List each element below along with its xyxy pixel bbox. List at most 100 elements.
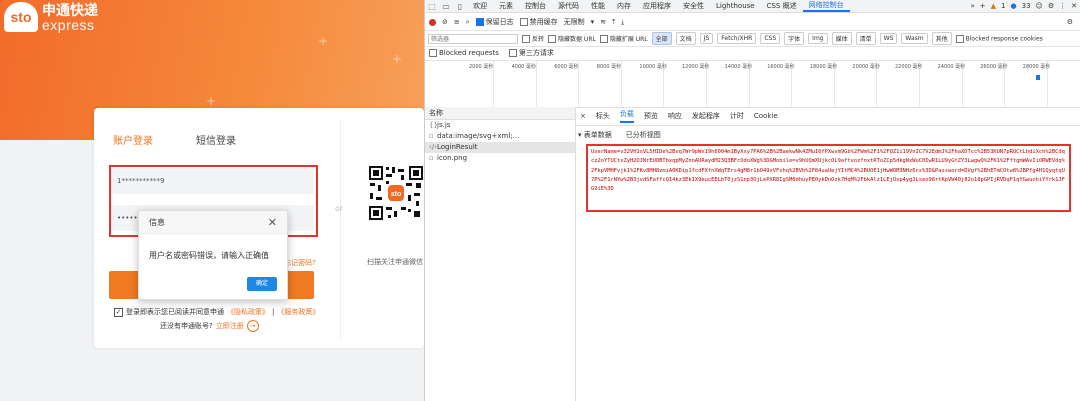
tab-timing[interactable]: 计时 [730, 111, 744, 121]
register-link[interactable]: 立即注册 [216, 321, 244, 331]
register-row: 还没有申通账号? 立即注册 → [160, 320, 259, 332]
more-icon[interactable]: ⋮ [1059, 2, 1066, 10]
timeline-tick-label: 28000 毫秒 [1022, 64, 1051, 70]
type-doc[interactable]: 文档 [675, 32, 696, 45]
tab-sources[interactable]: 源代码 [552, 1, 585, 11]
request-row[interactable]: ▫ data:image/svg+xml;... [425, 131, 575, 142]
tab-account-login[interactable]: 账户登录 [113, 132, 153, 147]
tab-security[interactable]: 安全性 [677, 1, 710, 11]
tab-console[interactable]: 控制台 [519, 1, 552, 11]
filter-icon[interactable]: ≡ [454, 18, 460, 26]
disable-cache-checkbox[interactable]: 禁用缓存 [519, 17, 558, 27]
tab-performance[interactable]: 性能 [585, 1, 611, 11]
type-manifest[interactable]: 清单 [855, 32, 876, 45]
people-icon[interactable]: ☺ [1036, 2, 1043, 10]
dialog-ok-button[interactable]: 确定 [247, 277, 277, 291]
sidebar-icon[interactable]: ▯ [453, 2, 467, 11]
close-detail-icon[interactable]: × [580, 112, 586, 120]
chevron-down-icon[interactable]: ▾ [591, 18, 595, 26]
tab-lighthouse[interactable]: Lighthouse [710, 2, 761, 10]
hide-data-url-checkbox[interactable]: 隐藏数据 URL [548, 34, 596, 44]
record-icon[interactable] [429, 18, 436, 26]
tab-elements[interactable]: 元素 [493, 1, 519, 11]
type-fetch[interactable]: Fetch/XHR [717, 33, 757, 44]
network-settings-icon[interactable]: ⚙ [1067, 18, 1073, 26]
timeline-tick-label: 14000 毫秒 [724, 64, 753, 70]
request-row[interactable]: ▫ icon.png [425, 153, 575, 164]
tab-response[interactable]: 响应 [668, 111, 682, 121]
parsed-view-toggle[interactable]: 已分析视图 [626, 130, 661, 140]
upload-icon[interactable]: ⤒ [612, 18, 615, 27]
request-row[interactable]: {}js.js [425, 120, 575, 131]
tab-cookie[interactable]: Cookie [754, 112, 778, 120]
inspect-icon[interactable]: ⬚ [425, 2, 439, 11]
tab-sms-login[interactable]: 短信登录 [196, 132, 236, 147]
form-data-toggle[interactable]: ▾ 表单数据 [578, 130, 612, 140]
type-img[interactable]: Img [808, 33, 828, 44]
clear-icon[interactable]: ⊘ [442, 18, 448, 26]
request-name: LoginResult [437, 143, 478, 151]
invert-checkbox[interactable]: 反转 [522, 34, 544, 44]
separator: | [272, 308, 275, 316]
warning-icon[interactable]: ▲ [991, 2, 996, 10]
type-wasm[interactable]: Wasm [901, 33, 928, 44]
request-name: js.js [437, 121, 451, 129]
type-all[interactable]: 全部 [651, 32, 672, 45]
hide-ext-url-checkbox[interactable]: 隐藏扩展 URL [599, 34, 648, 44]
name-column-header[interactable]: 名称 [425, 107, 575, 120]
privacy-link[interactable]: 《隐私政策》 [227, 307, 269, 317]
network-timeline[interactable]: 2000 毫秒 4000 毫秒 6000 毫秒 8000 毫秒 10000 毫秒 1200… [425, 60, 1080, 108]
timeline-tick-label: 12000 毫秒 [682, 64, 710, 70]
preserve-log-checkbox[interactable]: 保留日志 [475, 17, 514, 27]
service-link[interactable]: 《服务政策》 [277, 307, 319, 317]
timeline-tick-label: 6000 毫秒 [554, 64, 579, 70]
device-icon[interactable]: ▭ [439, 2, 453, 11]
type-media[interactable]: 媒体 [831, 32, 852, 45]
qr-logo-text: sto [391, 191, 402, 198]
tab-application[interactable]: 应用程序 [637, 1, 677, 11]
wifi-icon[interactable]: ≋ [600, 18, 606, 26]
tab-preview[interactable]: 预览 [644, 111, 658, 121]
blocked-requests-label: Blocked requests [439, 49, 499, 57]
qr-caption: 扫描关注申通微信 [367, 258, 423, 266]
tab-network[interactable]: 网络控制台 [802, 0, 850, 12]
timeline-tick-label: 8000 毫秒 [596, 64, 622, 70]
arrow-right-icon[interactable]: → [246, 320, 259, 332]
third-party-checkbox[interactable]: 第三方请求 [508, 48, 554, 58]
tab-memory[interactable]: 内存 [611, 1, 637, 11]
third-party-label: 第三方请求 [518, 49, 554, 57]
hide-ext-url-label: 隐藏扩展 URL [609, 35, 648, 43]
info-icon[interactable]: ● [1011, 2, 1017, 10]
tab-payload[interactable]: 负载 [619, 109, 634, 123]
type-other[interactable]: 其他 [931, 32, 952, 45]
request-row-selected[interactable]: ‹/›LoginResult [425, 142, 575, 153]
type-js[interactable]: JS [699, 33, 714, 44]
payload-source: UserName=v32VH1sVL5HIDe%2Bvq7Wr9pWx19h60… [586, 144, 1071, 212]
search-icon[interactable]: ⌕ [466, 18, 470, 27]
tab-headers[interactable]: 标头 [596, 111, 610, 121]
filter-bar: 筛选器 反转 隐藏数据 URL 隐藏扩展 URL 全部 文档 JS Fetch/… [425, 31, 1080, 47]
error-dialog: 信息 ✕ 用户名或密码错误，请输入正确值 确定 [138, 210, 288, 300]
agree-checkbox[interactable]: ✓ [114, 307, 123, 317]
more-tabs-icon[interactable]: » [970, 2, 974, 10]
type-font[interactable]: 字体 [784, 32, 805, 45]
add-tab-icon[interactable]: + [980, 2, 986, 10]
sto-logo[interactable]: sto 申通快递 express [4, 2, 98, 32]
type-ws[interactable]: WS [879, 33, 898, 44]
download-icon[interactable]: ⤓ [621, 18, 624, 27]
filter-input[interactable]: 筛选器 [428, 33, 518, 44]
tab-css-overview[interactable]: CSS 概述 [761, 1, 803, 11]
blocked-requests-checkbox[interactable]: Blocked requests [429, 49, 499, 57]
plus-decor-icon: + [206, 94, 217, 108]
close-icon[interactable]: ✕ [268, 216, 277, 229]
tab-welcome[interactable]: 欢迎 [467, 1, 493, 11]
forgot-password-link[interactable]: 忘记密码? [284, 258, 316, 268]
timeline-tick-label: 20000 毫秒 [852, 64, 880, 70]
blocked-cookies-checkbox[interactable]: Blocked response cookies [955, 34, 1043, 43]
tab-initiator[interactable]: 发起程序 [692, 111, 720, 121]
close-devtools-icon[interactable]: ✕ [1071, 2, 1077, 10]
timeline-request-bar [1036, 75, 1040, 80]
gear-icon[interactable]: ⚙ [1048, 2, 1054, 10]
throttle-select[interactable]: 无限制 [564, 17, 585, 27]
type-css[interactable]: CSS [760, 33, 781, 44]
